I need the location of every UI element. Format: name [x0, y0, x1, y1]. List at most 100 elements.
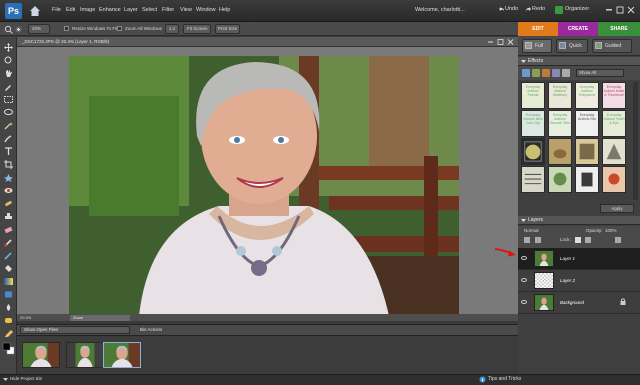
- menu-help[interactable]: Help: [219, 7, 230, 13]
- visibility-eye-icon[interactable]: [521, 256, 527, 260]
- effect-thumbnail[interactable]: Everyday Actions Hollywood: [575, 82, 599, 109]
- tab-share[interactable]: SHARE: [598, 22, 640, 36]
- magic-wand-tool-icon[interactable]: [3, 121, 14, 130]
- undo-button[interactable]: Undo: [505, 6, 518, 12]
- effect-thumbnail[interactable]: Everyday Actions New York City: [521, 110, 545, 137]
- menu-filter[interactable]: Filter: [162, 7, 174, 13]
- effects-scrollbar[interactable]: [633, 82, 638, 200]
- show-open-files-dropdown[interactable]: Show Open Files: [20, 326, 130, 334]
- tips-icon[interactable]: [479, 376, 486, 383]
- effects-filter-dropdown[interactable]: Show All: [576, 69, 624, 77]
- brush-tool-icon[interactable]: [3, 238, 14, 247]
- tab-create[interactable]: CREATE: [558, 22, 598, 36]
- gradient-tool-icon[interactable]: [3, 277, 14, 286]
- document-window-controls[interactable]: [487, 39, 515, 45]
- effect-thumbnail[interactable]: Everyday Actions Florida: [521, 82, 545, 109]
- welcome-text[interactable]: Welcome, charlotti...: [415, 7, 465, 13]
- layer-name[interactable]: Background: [560, 300, 584, 305]
- bin-actions-menu[interactable]: Bin Actions: [140, 327, 162, 332]
- cookie-cutter-tool-icon[interactable]: [3, 173, 14, 182]
- smart-brush-tool-icon[interactable]: [3, 251, 14, 260]
- organizer-icon[interactable]: [555, 6, 563, 14]
- effect-thumbnail[interactable]: [548, 166, 572, 193]
- move-tool-icon[interactable]: [3, 43, 14, 52]
- eraser-tool-icon[interactable]: [3, 225, 14, 234]
- paint-bucket-tool-icon[interactable]: [3, 264, 14, 273]
- tips-and-tricks-button[interactable]: Tips and Tricks: [488, 376, 521, 382]
- effects-panel-title[interactable]: Effects: [518, 57, 640, 66]
- status-info-field[interactable]: Zoom: [70, 315, 130, 321]
- undo-icon[interactable]: [498, 6, 505, 13]
- menu-select[interactable]: Select: [142, 7, 157, 13]
- pencil-tool-icon[interactable]: [3, 329, 14, 338]
- color-swatches-icon[interactable]: [2, 342, 15, 355]
- crop-tool-icon[interactable]: [3, 160, 14, 169]
- layer-styles-icon[interactable]: [532, 69, 540, 77]
- lasso-tool-icon[interactable]: [3, 108, 14, 117]
- adjustment-layer-icon[interactable]: [535, 237, 541, 243]
- effect-thumbnail[interactable]: [521, 138, 545, 165]
- bin-thumbnail[interactable]: [66, 342, 104, 368]
- portrait-photo[interactable]: [69, 56, 459, 316]
- hide-bin-icon[interactable]: [3, 377, 8, 382]
- zoom-in-icon[interactable]: [15, 26, 22, 33]
- effect-thumbnail[interactable]: [575, 138, 599, 165]
- artwork-icon[interactable]: [562, 69, 570, 77]
- redo-icon[interactable]: [525, 6, 532, 13]
- red-eye-tool-icon[interactable]: [3, 186, 14, 195]
- healing-brush-tool-icon[interactable]: [3, 199, 14, 208]
- lock-transparent-icon[interactable]: [575, 237, 581, 243]
- marquee-tool-icon[interactable]: [3, 95, 14, 104]
- shape-tool-icon[interactable]: [3, 290, 14, 299]
- effect-thumbnail[interactable]: Everyday Actions Make A Thumbnail: [602, 82, 626, 109]
- visibility-eye-icon[interactable]: [521, 278, 527, 282]
- menu-layer[interactable]: Layer: [124, 7, 138, 13]
- collapse-effects-icon[interactable]: [521, 59, 526, 64]
- layer-name[interactable]: Layer 2: [560, 278, 575, 283]
- opacity-value[interactable]: 100%: [605, 228, 617, 233]
- effect-thumbnail[interactable]: [602, 166, 626, 193]
- delete-layer-icon[interactable]: [615, 237, 621, 243]
- menu-edit[interactable]: Edit: [66, 7, 75, 13]
- eyedropper-tool-icon[interactable]: [3, 82, 14, 91]
- menu-window[interactable]: Window: [196, 7, 216, 13]
- lock-all-icon[interactable]: [585, 237, 591, 243]
- blend-mode-dropdown[interactable]: Normal: [524, 228, 539, 233]
- window-controls[interactable]: [606, 6, 636, 14]
- apply-button[interactable]: Apply: [600, 204, 634, 213]
- visibility-eye-icon[interactable]: [521, 300, 527, 304]
- clone-stamp-tool-icon[interactable]: [3, 212, 14, 221]
- effect-thumbnail[interactable]: Everyday Actions Smooth Skin: [548, 110, 572, 137]
- hand-tool-icon[interactable]: [3, 69, 14, 78]
- collapse-layers-icon[interactable]: [521, 218, 526, 223]
- menu-view[interactable]: View: [180, 7, 192, 13]
- layer-name[interactable]: Layer 1: [560, 256, 575, 261]
- hide-project-bin-button[interactable]: Hide Project Bin: [10, 376, 42, 381]
- effect-thumbnail[interactable]: Everyday Actions Heathery: [548, 82, 572, 109]
- resize-windows-checkbox[interactable]: [64, 26, 69, 31]
- effect-thumbnail[interactable]: [602, 138, 626, 165]
- bin-thumbnail-selected[interactable]: [103, 342, 141, 368]
- menu-file[interactable]: File: [52, 7, 61, 13]
- effect-thumbnail[interactable]: [548, 138, 572, 165]
- layers-panel-title[interactable]: Layers: [518, 216, 640, 225]
- effect-thumbnail[interactable]: [521, 166, 545, 193]
- new-layer-icon[interactable]: [524, 237, 530, 243]
- bin-thumbnail[interactable]: [22, 342, 60, 368]
- home-icon[interactable]: [28, 4, 42, 18]
- effect-thumbnail[interactable]: Everyday Actions Stix: [575, 110, 599, 137]
- tab-edit[interactable]: EDIT: [518, 22, 558, 36]
- menu-enhance[interactable]: Enhance: [99, 7, 121, 13]
- photo-effects-icon[interactable]: [542, 69, 550, 77]
- effect-thumbnail[interactable]: Everyday Actions Youth & Eye: [602, 110, 626, 137]
- menu-image[interactable]: Image: [80, 7, 95, 13]
- show-all-icon[interactable]: [552, 69, 560, 77]
- zoom-tool-icon[interactable]: [3, 56, 14, 65]
- zoom-all-checkbox[interactable]: [117, 26, 122, 31]
- sponge-tool-icon[interactable]: [3, 316, 14, 325]
- redo-button[interactable]: Redo: [532, 6, 545, 12]
- organizer-button[interactable]: Organizer: [565, 6, 589, 12]
- selection-brush-tool-icon[interactable]: [3, 134, 14, 143]
- filters-icon[interactable]: [522, 69, 530, 77]
- effect-thumbnail[interactable]: [575, 166, 599, 193]
